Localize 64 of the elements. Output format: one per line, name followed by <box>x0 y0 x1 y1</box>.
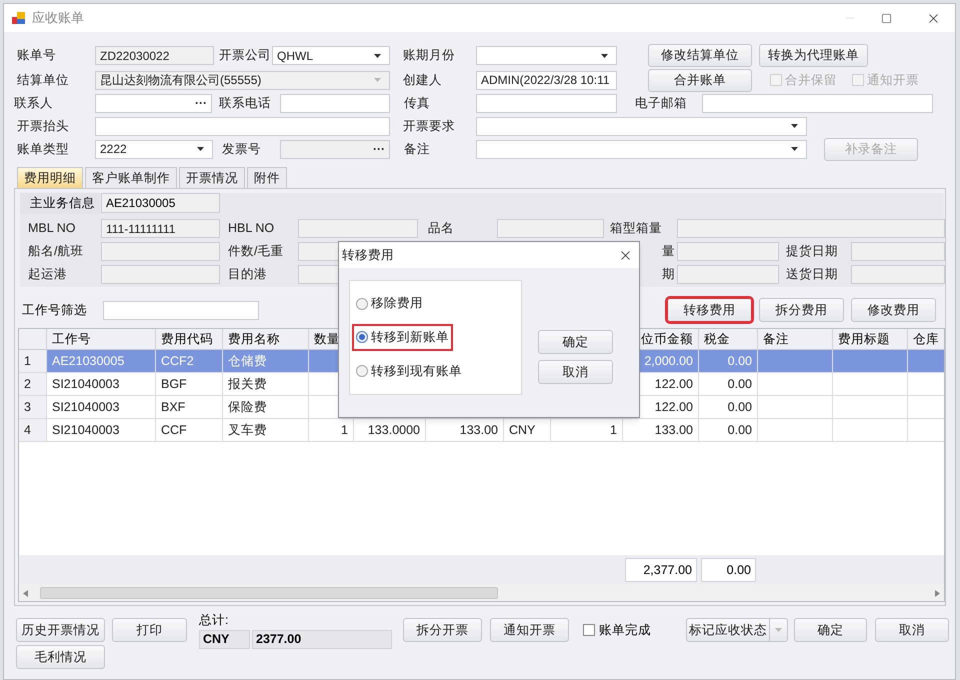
table-cell-text: CCF <box>161 422 187 439</box>
total-label: 总计: <box>199 612 230 629</box>
table-cell-text: 1 <box>610 422 617 439</box>
field-label: 账单号 <box>17 47 57 64</box>
field-label: 创建人 <box>403 72 443 89</box>
field-label: 起运港 <box>28 266 68 284</box>
table-cell-text: AE21030005 <box>52 352 124 370</box>
table-cell-text: 122.00 <box>654 376 693 393</box>
table-cell-text: 0.00 <box>728 376 752 393</box>
field-label: 账单类型 <box>17 140 70 158</box>
table-cell-text: 122.00 <box>654 398 693 416</box>
row-number: 3 <box>24 398 31 416</box>
field-label: 期 <box>662 266 676 284</box>
field-label: 送货日期 <box>786 266 839 284</box>
field-label: 备注 <box>404 140 431 158</box>
total-field: 2377.00 <box>252 630 392 649</box>
field-label: 品名 <box>428 220 455 238</box>
table-cell-text: 0.00 <box>728 352 752 370</box>
field-label: 船名/航班 <box>28 243 84 260</box>
table-cell-text: 133.00 <box>654 422 693 439</box>
field-label: 提货日期 <box>786 243 839 260</box>
table-cell-text: 仓储费 <box>228 352 267 370</box>
row-number: 1 <box>24 352 31 370</box>
table-cell-text: 0.00 <box>728 398 752 416</box>
table-cell-text: 1 <box>341 422 348 439</box>
table-cell-text: SI21040003 <box>52 422 120 439</box>
field-label: 开票抬头 <box>17 118 70 135</box>
table-cell-text: CNY <box>509 422 536 439</box>
field-label: 目的港 <box>228 266 268 284</box>
field-label: 电子邮箱 <box>635 94 688 112</box>
field-label: 传真 <box>404 94 431 112</box>
field-label: 箱型箱量 <box>610 220 663 238</box>
field-label: 联系电话 <box>219 94 272 112</box>
table-cell-text: 0.00 <box>728 422 752 439</box>
field-label: 联系人 <box>14 94 54 112</box>
section-label: 主业务信息 <box>20 193 100 213</box>
table-cell-text: 保险费 <box>228 398 267 416</box>
field-label: 开票要求 <box>403 118 456 135</box>
table-cell-text: 叉车费 <box>228 422 267 439</box>
table-cell-text: SI21040003 <box>52 376 120 393</box>
currency-field: CNY <box>199 630 250 649</box>
row-number: 4 <box>24 422 31 439</box>
field-label: 开票公司 <box>219 47 272 64</box>
total-cell: 2,377.00 <box>625 558 697 582</box>
table-cell-text: 报关费 <box>228 376 267 393</box>
field-label: 账期月份 <box>403 47 456 64</box>
filter-label: 工作号筛选 <box>22 302 88 319</box>
row-number: 2 <box>24 376 31 393</box>
table-cell-text: BXF <box>161 398 186 416</box>
field-label: 结算单位 <box>17 72 70 89</box>
field-label: 量 <box>662 243 676 260</box>
table-cell-text: SI21040003 <box>52 398 120 416</box>
table-cell-text: CCF2 <box>161 352 194 370</box>
field-label: 发票号 <box>222 140 262 158</box>
table-cell-text: 2,000.00 <box>644 352 693 370</box>
total-cell: 0.00 <box>701 558 756 582</box>
field-label: 件数/毛重 <box>228 243 284 260</box>
window-title: 应收账单 <box>32 9 84 28</box>
dialog-title: 转移费用 <box>342 246 394 264</box>
table-cell-text: 133.0000 <box>368 422 420 439</box>
table-cell-text: 133.00 <box>460 422 498 439</box>
field-label: HBL NO <box>228 220 276 238</box>
table-cell-text: BGF <box>161 376 187 393</box>
field-label: MBL NO <box>28 220 76 238</box>
